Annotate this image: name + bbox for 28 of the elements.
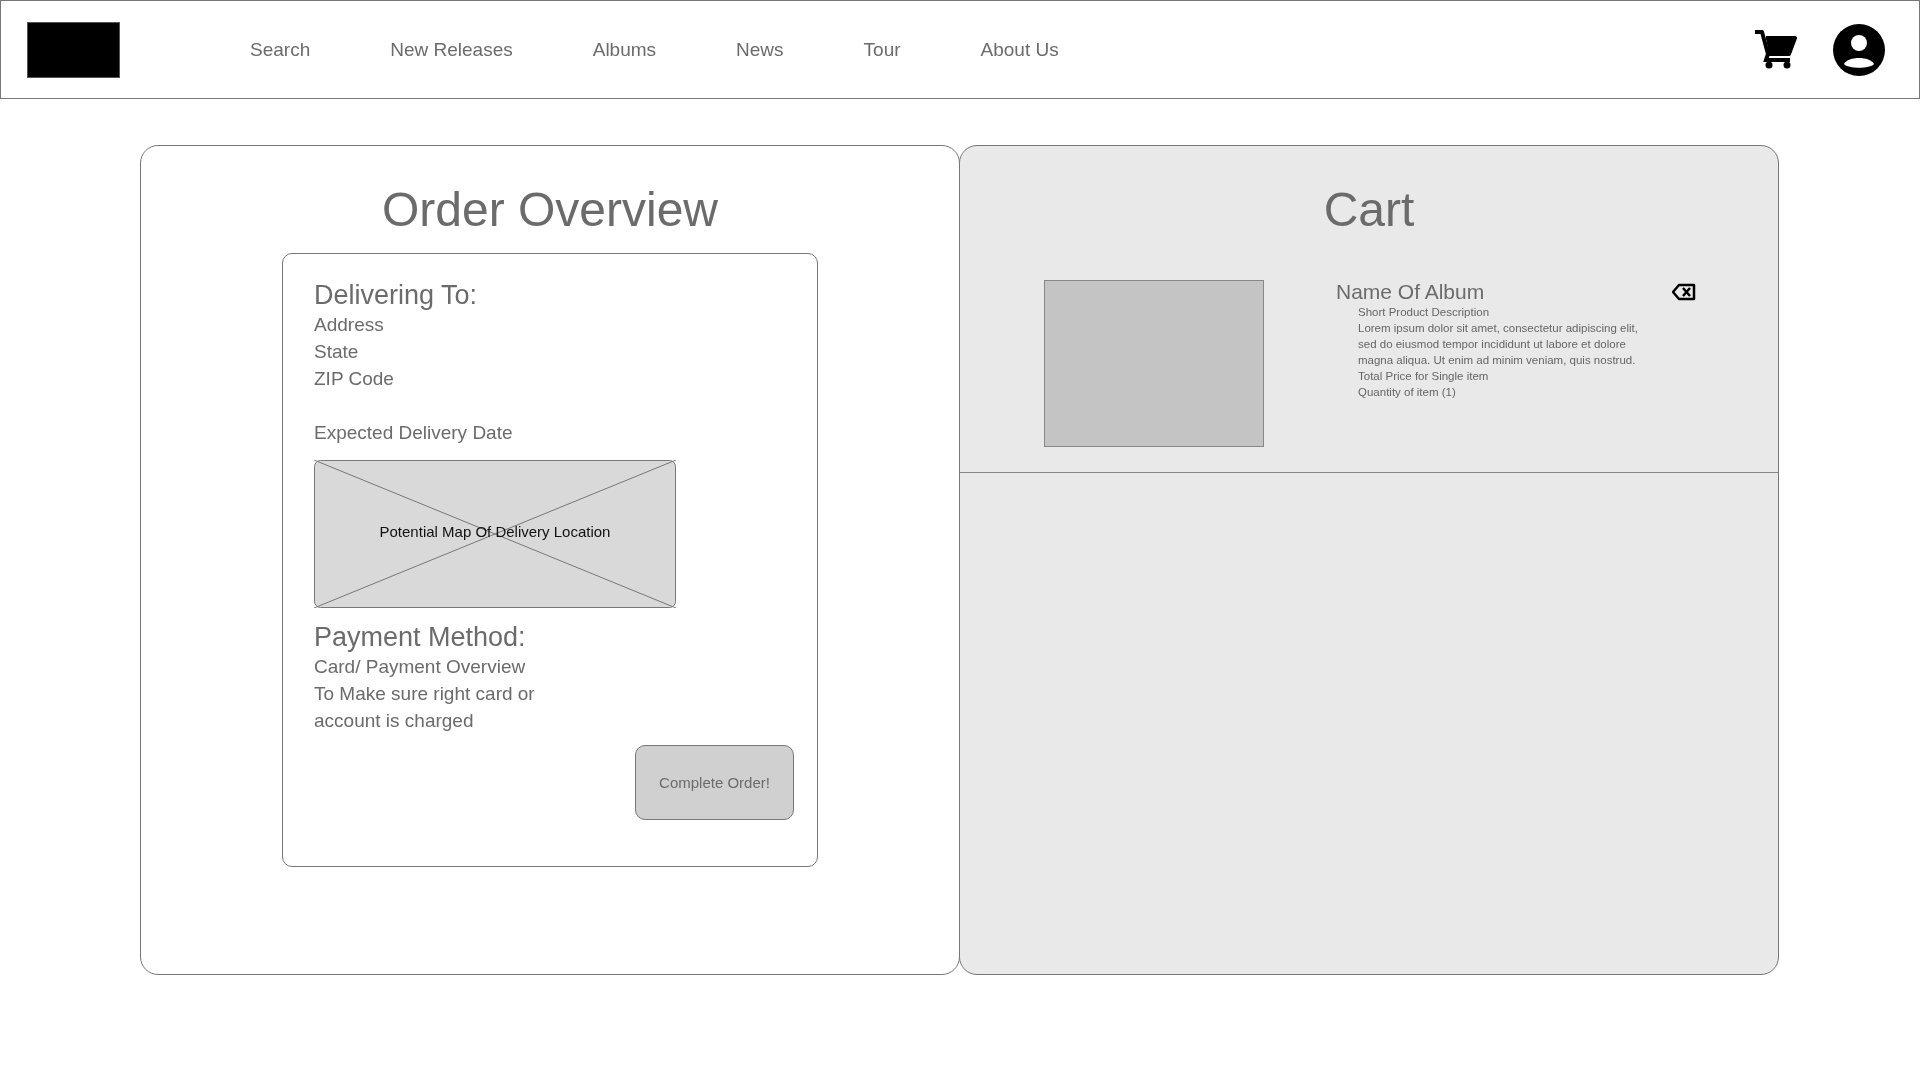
- delivery-date-label: Expected Delivery Date: [314, 421, 514, 445]
- nav-link[interactable]: Albums: [592, 38, 657, 61]
- price-text: Total Price for Single item: [1357, 369, 1490, 384]
- panel-title: Cart: [1323, 182, 1415, 237]
- address-line: State: [314, 340, 360, 364]
- cart-icon[interactable]: [1755, 29, 1797, 70]
- address-line: Address: [314, 313, 385, 337]
- section-heading: Payment Method:: [314, 622, 527, 653]
- description-text: Lorem ipsum dolor sit amet, consectetur adipiscing elit, sed do eiusmod tempor incididunt ut labore et dolore magna aliqua. Ut enim ad minim veniam, quis nostrud.: [1357, 321, 1639, 368]
- map-label: Potential Map Of Delivery Location: [378, 523, 612, 540]
- nav-link[interactable]: Tour: [863, 38, 901, 61]
- logo[interactable]: [27, 21, 120, 78]
- address-line: ZIP Code: [314, 367, 395, 391]
- nav-link[interactable]: New Releases: [390, 38, 513, 61]
- payment-text: To Make sure right card or: [314, 682, 536, 706]
- nav-link[interactable]: Search: [250, 38, 311, 61]
- album-name: Name Of Album: [1336, 280, 1485, 304]
- user-avatar-icon[interactable]: [1833, 23, 1885, 76]
- nav-link[interactable]: About Us: [980, 38, 1059, 61]
- panel-title: Order Overview: [381, 182, 719, 237]
- quantity-text: Quantity of item (1): [1357, 385, 1457, 400]
- delete-icon[interactable]: [1672, 283, 1696, 301]
- section-heading: Delivering To:: [314, 280, 479, 311]
- complete-order-button[interactable]: Complete Order!: [635, 745, 794, 820]
- payment-text: account is charged: [314, 709, 475, 733]
- nav-link[interactable]: News: [736, 38, 784, 61]
- description-title: Short Product Description: [1357, 305, 1491, 320]
- payment-text: Card/ Payment Overview: [314, 655, 527, 679]
